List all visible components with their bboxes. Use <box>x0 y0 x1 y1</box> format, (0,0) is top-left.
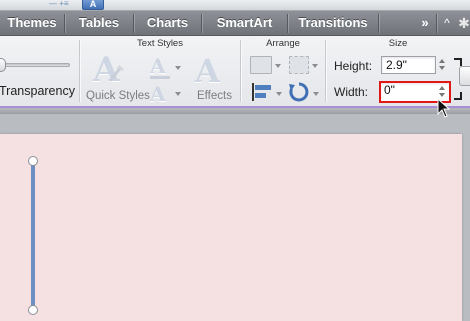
toolbar-fragment-icon: — +≡ <box>49 0 69 8</box>
arrange-group-title: Arrange <box>266 38 300 49</box>
quick-styles-label: Quick Styles <box>86 90 150 102</box>
height-stepper[interactable] <box>436 56 448 74</box>
ribbon-settings-gear-icon[interactable]: ✱ <box>457 11 470 36</box>
more-tabs-chevron-icon[interactable]: » <box>417 11 433 36</box>
tab-smartart[interactable]: SmartArt <box>202 11 287 36</box>
group-divider <box>325 40 326 102</box>
reorder-objects-icon[interactable] <box>250 56 272 74</box>
lock-aspect-ratio-button[interactable] <box>459 66 470 86</box>
text-fill-color-bar <box>150 76 170 79</box>
rotate-dropdown-arrow-icon[interactable] <box>313 92 319 96</box>
align-objects-icon[interactable] <box>250 82 274 102</box>
tab-divider <box>378 14 379 33</box>
ribbon-panel: Transparency Text Styles A Quick Styles … <box>0 36 470 108</box>
group-dropdown-arrow-icon[interactable] <box>312 64 318 68</box>
tab-charts[interactable]: Charts <box>134 11 201 36</box>
ribbon-tab-bar: Themes Tables Charts SmartArt Transition… <box>0 11 470 36</box>
collapse-ribbon-caret-icon[interactable]: ^ <box>440 11 454 36</box>
text-outline-dropdown-arrow-icon[interactable] <box>175 92 181 96</box>
text-outline-icon[interactable]: A <box>150 82 166 106</box>
line-start-handle[interactable] <box>28 156 38 166</box>
width-label: Width: <box>334 85 369 99</box>
tab-transitions[interactable]: Transitions <box>288 11 378 36</box>
line-end-handle[interactable] <box>28 305 38 315</box>
width-increment-arrow-icon[interactable] <box>439 86 445 90</box>
text-styles-group-title: Text Styles <box>137 38 183 49</box>
slide[interactable] <box>0 134 462 321</box>
group-objects-icon[interactable] <box>289 56 309 74</box>
lock-aspect-bracket-top <box>454 58 462 66</box>
transparency-label: Transparency <box>0 84 75 98</box>
lock-aspect-bracket-bottom <box>454 92 462 100</box>
tab-divider <box>436 14 437 33</box>
text-fill-dropdown-arrow-icon[interactable] <box>175 66 181 70</box>
height-field[interactable]: 2.9" <box>381 56 436 74</box>
transparency-slider-knob[interactable] <box>0 58 6 72</box>
height-label: Height: <box>334 59 373 73</box>
align-dropdown-arrow-icon[interactable] <box>276 92 282 96</box>
reorder-dropdown-arrow-icon[interactable] <box>275 64 281 68</box>
height-decrement-arrow-icon[interactable] <box>439 66 445 70</box>
tab-themes[interactable]: Themes <box>0 11 64 36</box>
effects-label: Effects <box>197 90 232 102</box>
selected-line-shape[interactable] <box>31 159 35 310</box>
text-fill-icon[interactable]: A <box>150 54 166 78</box>
group-divider <box>79 40 80 102</box>
quick-styles-brush-icon <box>108 65 124 82</box>
slide-canvas <box>0 114 470 321</box>
mouse-pointer-icon <box>437 98 451 118</box>
title-bar-strip: — +≡ A <box>0 0 470 11</box>
tab-tables[interactable]: Tables <box>65 11 133 36</box>
rotate-objects-icon[interactable] <box>288 81 310 103</box>
height-increment-arrow-icon[interactable] <box>439 59 445 63</box>
size-group-title: Size <box>388 38 408 49</box>
text-effects-icon[interactable]: A <box>195 52 220 90</box>
group-divider <box>240 40 241 102</box>
transparency-slider-track[interactable] <box>0 63 70 67</box>
format-text-icon[interactable]: A <box>82 0 104 10</box>
width-decrement-arrow-icon[interactable] <box>439 93 445 97</box>
